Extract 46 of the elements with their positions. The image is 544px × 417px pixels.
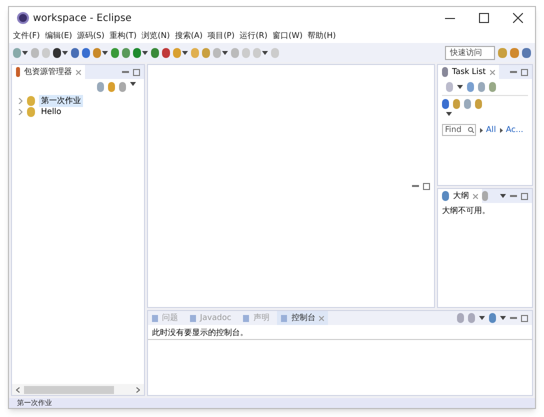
triangle-icon [480, 128, 483, 132]
window-title: workspace - Eclipse [33, 12, 132, 26]
search-icon [468, 127, 474, 133]
quick-access-field[interactable]: 快速访问 [445, 46, 495, 60]
panel-tab[interactable]: 控制台 [277, 311, 328, 325]
menu-item[interactable]: 重构(T) [109, 30, 137, 42]
caret-icon[interactable] [262, 50, 268, 54]
caret-icon[interactable] [500, 316, 506, 320]
tab-icon [190, 314, 196, 322]
triangle-icon [500, 128, 503, 132]
eclipse-logo-icon [17, 12, 29, 24]
tab-icon [243, 314, 250, 322]
filter-link[interactable]: Ac... [506, 124, 524, 136]
caret-icon[interactable] [222, 50, 228, 54]
caret-icon[interactable] [182, 50, 188, 54]
menu-item[interactable]: 文件(F) [13, 30, 40, 42]
caret-icon[interactable] [500, 194, 506, 198]
caret-icon[interactable] [62, 50, 68, 54]
menu-item[interactable]: 帮助(H) [308, 30, 336, 42]
scroll-left-icon[interactable] [16, 386, 20, 392]
find-field[interactable]: Find [442, 124, 476, 136]
menu-item[interactable]: 项目(P) [208, 30, 235, 42]
menu-item[interactable]: 窗口(W) [272, 30, 303, 42]
outline-message: 大纲不可用。 [441, 205, 491, 217]
caret-icon[interactable] [102, 50, 108, 54]
caret-icon[interactable] [142, 50, 148, 54]
caret-icon[interactable] [22, 50, 28, 54]
caret-icon[interactable] [446, 112, 452, 116]
menu-item[interactable]: 搜索(A) [174, 30, 203, 42]
menu-item[interactable]: 浏览(N) [142, 30, 170, 42]
tab-icon [281, 314, 288, 322]
console-message: 此时没有要显示的控制台。 [148, 325, 532, 340]
caret-icon[interactable] [130, 82, 136, 86]
maximize-icon[interactable] [479, 13, 489, 23]
tree-item[interactable]: Hello [39, 106, 64, 118]
caret-icon[interactable] [457, 85, 463, 89]
menu-item[interactable]: 编辑(E) [44, 30, 72, 42]
close-icon[interactable] [513, 13, 523, 23]
filter-link[interactable]: All [486, 124, 496, 136]
menu-item[interactable]: 源码(S) [77, 30, 104, 42]
tree-item[interactable]: 第一次作业 [39, 94, 83, 106]
horizontal-scrollbar[interactable] [12, 384, 144, 395]
caret-icon[interactable] [479, 316, 485, 320]
menu-item[interactable]: 运行(R) [240, 30, 268, 42]
tab-icon [152, 314, 158, 322]
scroll-right-icon[interactable] [136, 386, 140, 392]
